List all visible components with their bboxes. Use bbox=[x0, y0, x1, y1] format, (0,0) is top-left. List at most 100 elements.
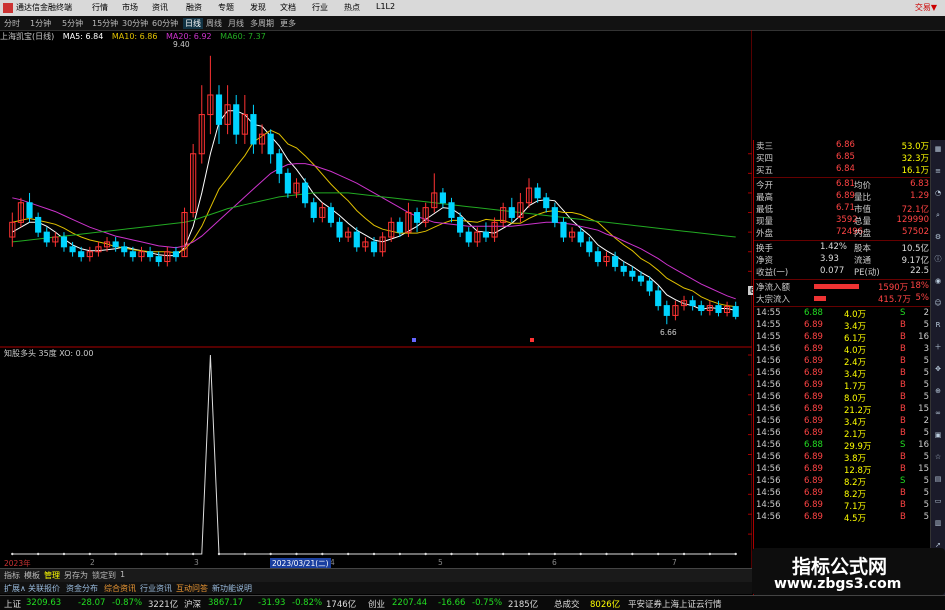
doc-icon[interactable]: ▤ bbox=[933, 474, 943, 484]
tab-industry-info[interactable]: 行业资讯 bbox=[140, 583, 172, 594]
period-1min[interactable]: 1分钟 bbox=[30, 18, 51, 29]
menu-item[interactable]: 行业 bbox=[312, 2, 328, 13]
candle[interactable] bbox=[327, 207, 335, 223]
settings-icon[interactable]: ⚙ bbox=[933, 232, 943, 242]
period-5min[interactable]: 5分钟 bbox=[62, 18, 83, 29]
candle[interactable] bbox=[396, 221, 403, 233]
candle[interactable] bbox=[78, 251, 85, 258]
tab-manage[interactable]: 管理 bbox=[44, 570, 60, 581]
candle[interactable] bbox=[69, 246, 76, 253]
candle[interactable] bbox=[121, 246, 128, 253]
tab-qa[interactable]: 互动问答 bbox=[176, 583, 208, 594]
candle[interactable] bbox=[465, 231, 472, 243]
period-30min[interactable]: 30分钟 bbox=[122, 18, 148, 29]
candle[interactable] bbox=[448, 202, 455, 218]
tab-one[interactable]: 1 bbox=[120, 570, 125, 579]
tab-indicator[interactable]: 指标 bbox=[4, 570, 20, 581]
period-daily[interactable]: 日线 bbox=[183, 18, 203, 29]
tab-general-info[interactable]: 综合资讯 bbox=[104, 583, 136, 594]
trade-button[interactable]: 交易▼ bbox=[915, 2, 937, 13]
period-multi[interactable]: 多周期 bbox=[250, 18, 274, 29]
candle[interactable] bbox=[534, 187, 541, 199]
period-60min[interactable]: 60分钟 bbox=[152, 18, 178, 29]
candle[interactable] bbox=[172, 251, 180, 258]
candle[interactable] bbox=[594, 251, 601, 263]
candle[interactable] bbox=[577, 231, 584, 243]
tab-extend[interactable]: 扩展∧ bbox=[4, 583, 26, 594]
move-icon[interactable]: ✥ bbox=[933, 364, 943, 374]
candle[interactable] bbox=[250, 114, 257, 145]
candle[interactable] bbox=[43, 231, 50, 243]
candle[interactable] bbox=[233, 104, 240, 135]
bell-icon[interactable]: ◉ bbox=[933, 276, 943, 286]
candle[interactable] bbox=[276, 153, 283, 174]
sh-index-name[interactable]: 上证 bbox=[4, 598, 21, 610]
candle[interactable] bbox=[413, 212, 421, 223]
candle[interactable] bbox=[129, 251, 136, 258]
period-monthly[interactable]: 月线 bbox=[228, 18, 244, 29]
search-icon[interactable]: ⌕ bbox=[933, 210, 943, 220]
candle[interactable] bbox=[612, 256, 619, 267]
candle[interactable] bbox=[629, 270, 636, 277]
candle[interactable] bbox=[637, 275, 645, 282]
tab-template[interactable]: 模板 bbox=[24, 570, 40, 581]
star-icon[interactable]: ☆ bbox=[933, 452, 943, 462]
event-marker[interactable] bbox=[412, 338, 416, 342]
candle[interactable] bbox=[646, 280, 653, 292]
tab-fund-distribution[interactable]: 资金分布 bbox=[66, 583, 98, 594]
candle[interactable] bbox=[620, 265, 627, 272]
candle[interactable] bbox=[370, 241, 378, 253]
info-icon[interactable]: ⓘ bbox=[933, 254, 943, 264]
candle[interactable] bbox=[215, 94, 223, 125]
candle[interactable] bbox=[267, 133, 274, 155]
cy-index-name[interactable]: 创业 bbox=[368, 598, 385, 610]
plus-icon[interactable]: ＋ bbox=[933, 342, 943, 352]
chart-icon[interactable]: ◔ bbox=[933, 188, 943, 198]
candle[interactable] bbox=[35, 216, 42, 233]
menu-item[interactable]: 发现 bbox=[250, 2, 266, 13]
menu-item[interactable]: L1L2 bbox=[376, 2, 395, 11]
menu-item[interactable]: 文档 bbox=[280, 2, 296, 13]
candle[interactable] bbox=[715, 305, 722, 313]
tab-lock[interactable]: 锁定到 bbox=[92, 570, 116, 581]
candle[interactable] bbox=[147, 251, 154, 258]
kline-chart[interactable] bbox=[0, 30, 752, 568]
candle[interactable] bbox=[732, 306, 739, 317]
tab-new-feature[interactable]: 新功能说明 bbox=[212, 583, 252, 594]
tab-related-quote[interactable]: 关联报价 bbox=[28, 583, 60, 594]
candle[interactable] bbox=[560, 221, 567, 238]
user-icon[interactable]: ☺ bbox=[933, 298, 943, 308]
rsi-icon[interactable]: R bbox=[933, 320, 943, 330]
candle[interactable] bbox=[155, 256, 162, 263]
candle[interactable] bbox=[689, 300, 696, 307]
candle[interactable] bbox=[302, 182, 309, 204]
candle[interactable] bbox=[482, 231, 490, 238]
zoom-icon[interactable]: ⊕ bbox=[933, 386, 943, 396]
event-marker[interactable] bbox=[530, 338, 534, 342]
menu-item[interactable]: 市场 bbox=[122, 2, 138, 13]
menu-item[interactable]: 融资 bbox=[186, 2, 202, 13]
menu-item[interactable]: 行情 bbox=[92, 2, 108, 13]
candle[interactable] bbox=[586, 241, 593, 253]
period-fenshi[interactable]: 分时 bbox=[4, 18, 20, 29]
tab-save-as[interactable]: 另存为 bbox=[64, 570, 88, 581]
data-icon[interactable]: ▥ bbox=[933, 518, 943, 528]
hs-index-name[interactable]: 沪深 bbox=[184, 598, 201, 610]
period-more[interactable]: 更多 bbox=[280, 18, 296, 29]
candle[interactable] bbox=[112, 241, 119, 248]
link-icon[interactable]: ∞ bbox=[933, 408, 943, 418]
candle[interactable] bbox=[336, 221, 343, 238]
candle[interactable] bbox=[663, 305, 670, 316]
menu-item[interactable]: 资讯 bbox=[152, 2, 168, 13]
candle[interactable] bbox=[698, 305, 705, 312]
candle[interactable] bbox=[284, 172, 291, 194]
candle[interactable] bbox=[457, 216, 464, 233]
menu-item[interactable]: 专题 bbox=[218, 2, 234, 13]
grid-icon[interactable]: ▦ bbox=[933, 144, 943, 154]
candle[interactable] bbox=[26, 202, 33, 218]
candle[interactable] bbox=[508, 207, 515, 218]
chat-icon[interactable]: ▭ bbox=[933, 496, 943, 506]
period-weekly[interactable]: 周线 bbox=[206, 18, 222, 29]
lock-icon[interactable]: ▣ bbox=[933, 430, 943, 440]
list-icon[interactable]: ≡ bbox=[933, 166, 943, 176]
